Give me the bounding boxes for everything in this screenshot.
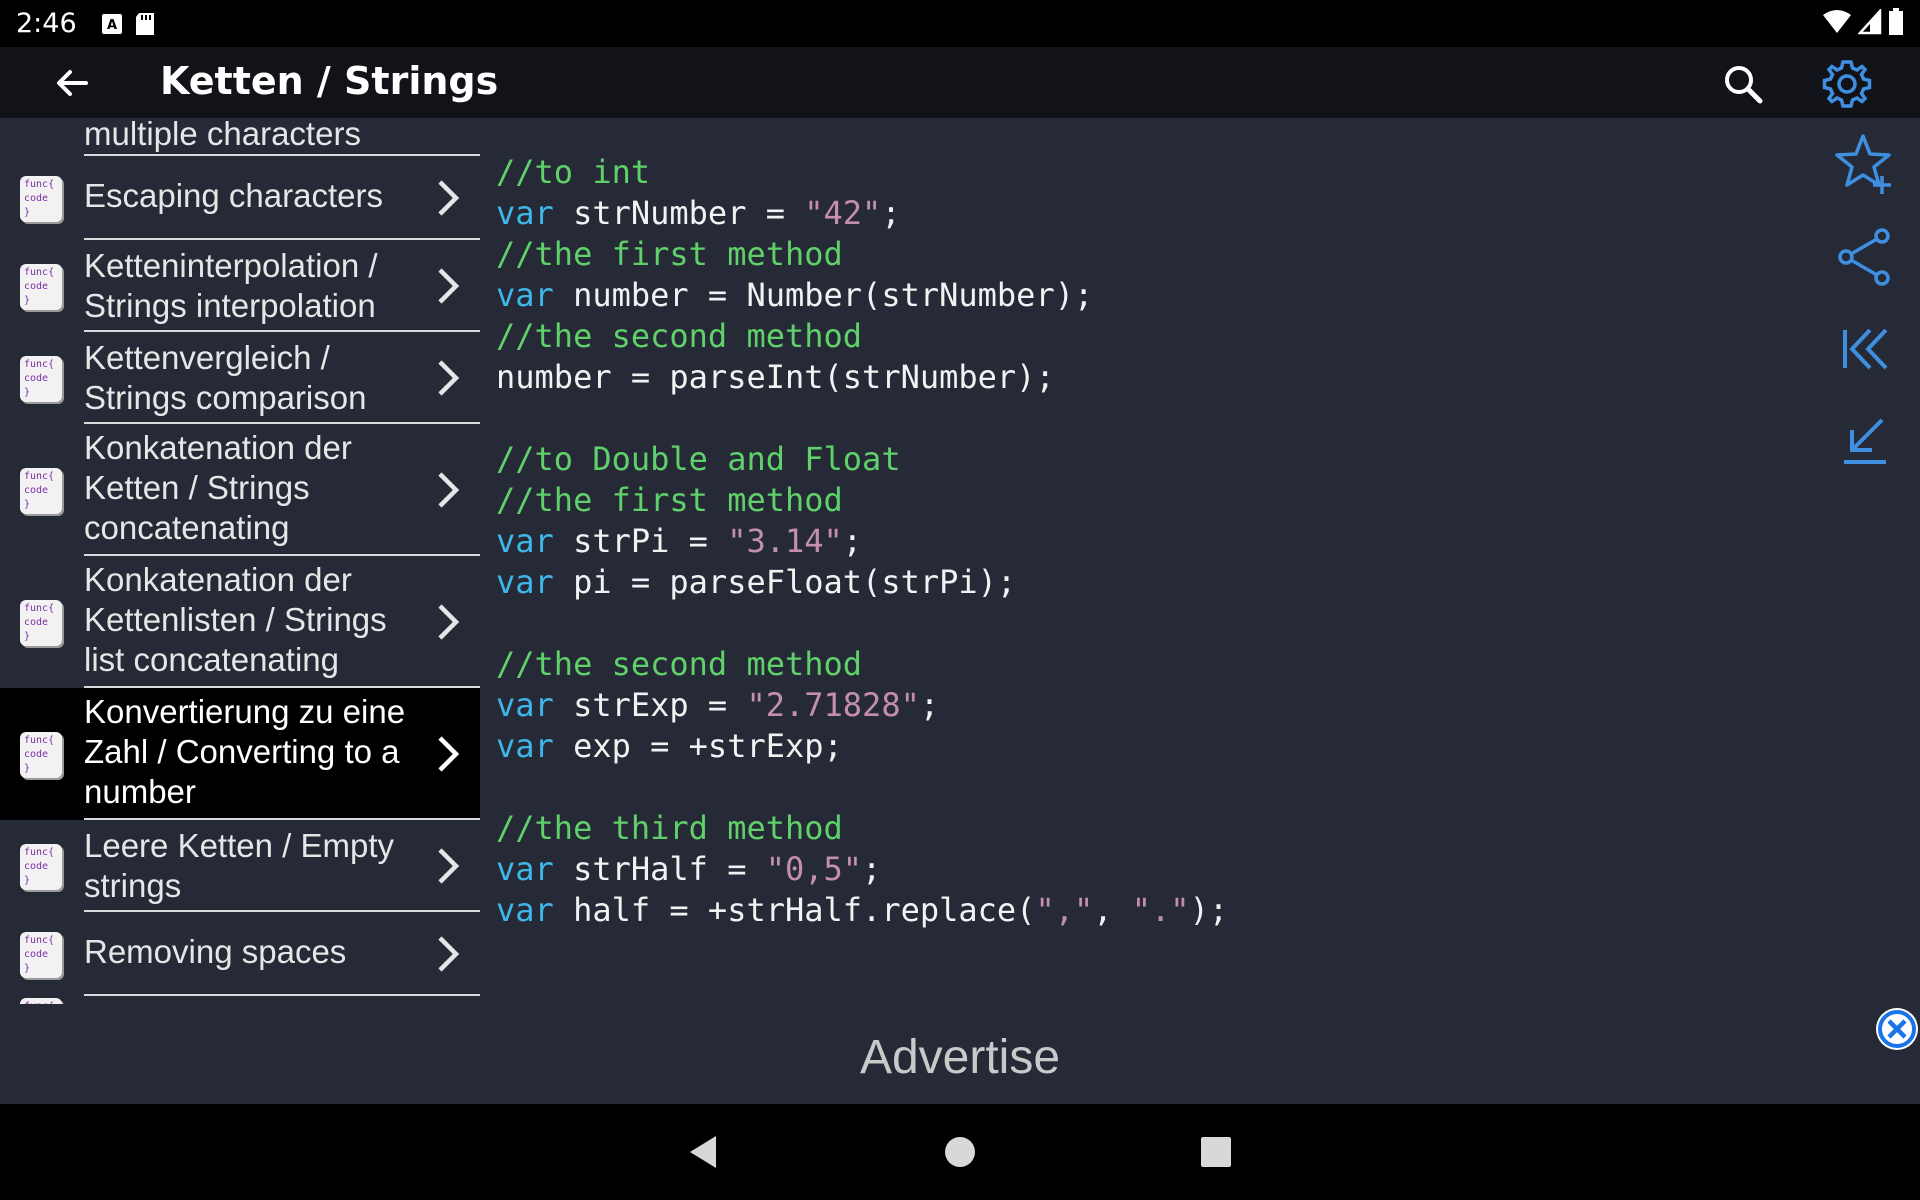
chevron-right-icon xyxy=(438,360,460,396)
list-item-label: Kettenvergleich / Strings comparison xyxy=(84,339,367,416)
code-text: strHalf = xyxy=(553,850,766,888)
code-comment: //the first method xyxy=(496,235,843,273)
code-keyword: var xyxy=(496,891,554,929)
code-text: ; xyxy=(881,194,901,232)
code-text: strNumber = xyxy=(553,194,805,232)
code-text: pi = parseFloat(strPi); xyxy=(553,563,1017,601)
page-title: Ketten / Strings xyxy=(160,59,499,103)
chevron-right-icon xyxy=(438,936,460,972)
ad-banner[interactable]: Advertise xyxy=(0,1004,1920,1104)
list-item-partial-bottom[interactable]: func{code} xyxy=(0,996,480,1004)
list-item-partial-top[interactable]: multiple characters xyxy=(0,118,480,156)
chevron-right-icon xyxy=(438,180,460,216)
code-string: "," xyxy=(1035,891,1094,929)
list-item-strings-interpolation[interactable]: func{code} Ketteninterpolation / Strings… xyxy=(0,240,480,332)
code-comment: //the first method xyxy=(496,481,843,519)
search-icon[interactable] xyxy=(1720,61,1766,107)
chevron-right-icon xyxy=(438,848,460,884)
code-text: ; xyxy=(862,850,882,888)
code-string: "2.71828" xyxy=(746,686,920,724)
list-item-converting-to-number[interactable]: func{code} Konvertierung zu eine Zahl / … xyxy=(0,688,480,820)
svg-text:A: A xyxy=(107,18,117,33)
code-string: "0,5" xyxy=(765,850,863,888)
share-icon[interactable] xyxy=(1830,222,1900,292)
code-keyword: var xyxy=(496,850,554,888)
code-file-icon: func{code} xyxy=(20,176,62,222)
code-keyword: var xyxy=(496,522,554,560)
status-time: 2:46 xyxy=(16,8,77,39)
code-comment: //the second method xyxy=(496,317,863,355)
status-bar: 2:46 A xyxy=(0,0,1920,47)
code-text: strExp = xyxy=(553,686,747,724)
back-arrow-icon[interactable] xyxy=(50,61,94,105)
code-comment: //the third method xyxy=(496,809,843,847)
list-item-label: Removing spaces xyxy=(84,933,347,970)
code-keyword: var xyxy=(496,194,554,232)
nav-recents-icon[interactable] xyxy=(1196,1132,1236,1172)
wifi-icon xyxy=(1822,9,1852,39)
list-item-label: Leere Ketten / Empty strings xyxy=(84,827,395,904)
app-bar: Ketten / Strings xyxy=(0,47,1920,118)
list-item-escaping-characters[interactable]: func{code} Escaping characters xyxy=(0,156,480,240)
code-file-icon: func{code} xyxy=(20,932,62,978)
code-string: "." xyxy=(1131,891,1190,929)
code-text: number = Number(strNumber); xyxy=(553,276,1094,314)
chevron-right-icon xyxy=(438,472,460,508)
list-item-empty-strings[interactable]: func{code} Leere Ketten / Empty strings xyxy=(0,820,480,912)
code-text: , xyxy=(1093,891,1132,929)
code-string: "42" xyxy=(804,194,882,232)
code-file-icon: func{code} xyxy=(20,844,62,890)
signal-icon xyxy=(1857,7,1882,39)
code-file-icon: func{code} xyxy=(20,600,62,646)
list-item-label: Escaping characters xyxy=(84,177,383,214)
code-file-icon: func{code} xyxy=(20,468,62,514)
code-file-icon: func{code} xyxy=(20,732,62,778)
list-item-label: Konvertierung zu eine Zahl / Converting … xyxy=(84,693,406,810)
list-item-strings-list-concatenating[interactable]: func{code} Konkatenation der Kettenliste… xyxy=(0,556,480,688)
code-keyword: var xyxy=(496,727,554,765)
code-text: ); xyxy=(1189,891,1229,929)
code-comment: //the second method xyxy=(496,645,863,683)
navigation-bar xyxy=(0,1104,1920,1200)
code-keyword: var xyxy=(496,276,554,314)
list-item-removing-spaces[interactable]: func{code} Removing spaces xyxy=(0,912,480,996)
nav-home-icon[interactable] xyxy=(940,1132,980,1172)
chevron-right-icon xyxy=(438,268,460,304)
go-to-bottom-icon[interactable] xyxy=(1830,406,1900,476)
code-keyword: var xyxy=(496,563,554,601)
sd-card-icon xyxy=(135,12,155,36)
battery-icon xyxy=(1888,8,1904,40)
chevron-right-icon xyxy=(438,736,460,772)
code-file-icon: func{code} xyxy=(20,356,62,402)
code-text: strPi = xyxy=(553,522,728,560)
code-text: half = +strHalf.replace( xyxy=(553,891,1036,929)
code-text: number = parseInt(strNumber); xyxy=(496,358,1055,396)
keyboard-notification-icon: A xyxy=(101,13,123,35)
code-string: "3.14" xyxy=(727,522,843,560)
ad-text: Advertise xyxy=(859,1031,1061,1084)
code-keyword: var xyxy=(496,686,554,724)
code-file-icon: func{code} xyxy=(20,264,62,310)
close-ad-icon[interactable] xyxy=(1876,1008,1918,1050)
list-item-strings-comparison[interactable]: func{code} Kettenvergleich / Strings com… xyxy=(0,332,480,424)
list-item-label: Konkatenation der Ketten / Strings conca… xyxy=(84,429,352,546)
go-to-first-icon[interactable] xyxy=(1830,314,1900,384)
nav-back-icon[interactable] xyxy=(684,1132,724,1172)
list-item-strings-concatenating[interactable]: func{code} Konkatenation der Ketten / St… xyxy=(0,424,480,556)
code-comment: //to int xyxy=(496,153,651,191)
chevron-right-icon xyxy=(438,604,460,640)
list-item-label: multiple characters xyxy=(84,118,361,152)
list-item-label: Konkatenation der Kettenlisten / Strings… xyxy=(84,561,387,678)
settings-gear-icon[interactable] xyxy=(1820,57,1874,111)
code-text: ; xyxy=(842,522,863,560)
topic-list[interactable]: multiple characters func{code} Escaping … xyxy=(0,118,480,1004)
code-text: ; xyxy=(919,686,940,724)
code-text: exp = +strExp; xyxy=(553,727,843,765)
list-item-label: Ketteninterpolation / Strings interpolat… xyxy=(84,247,378,324)
code-block: //to int var strNumber = "42"; //the fir… xyxy=(496,152,1228,931)
code-comment: //to Double and Float xyxy=(496,440,901,478)
favorite-add-icon[interactable] xyxy=(1830,130,1900,200)
